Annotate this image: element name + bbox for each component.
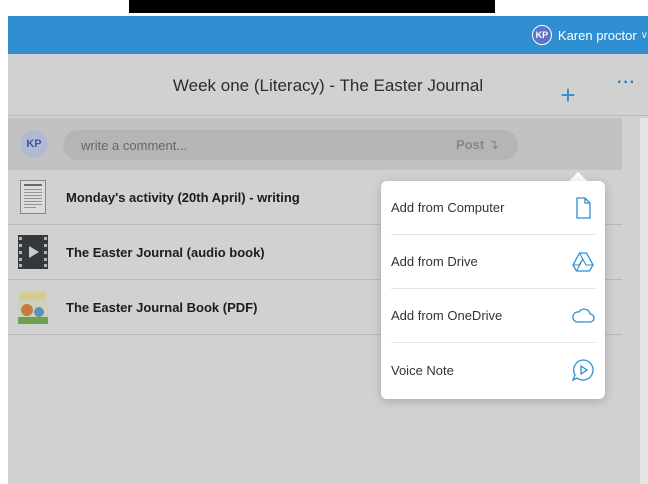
- post-button[interactable]: Post ↴: [456, 137, 499, 153]
- user-avatar: KP: [531, 25, 552, 45]
- menu-item-add-from-onedrive[interactable]: Add from OneDrive: [391, 289, 595, 343]
- document-thumbnail: [18, 179, 48, 215]
- top-banner: [0, 0, 648, 16]
- post-arrow-icon: ↴: [488, 137, 500, 152]
- file-icon: [576, 196, 591, 219]
- video-thumbnail: [18, 234, 48, 270]
- menu-item-label: Voice Note: [391, 362, 454, 378]
- google-drive-icon: [572, 251, 594, 272]
- attachment-title: Monday's activity (20th April) - writing: [66, 189, 300, 205]
- attachment-title: The Easter Journal (audio book): [66, 244, 265, 260]
- book-cover-thumbnail: [18, 289, 48, 325]
- cloud-icon: [572, 308, 595, 323]
- book-cover-icon: [18, 290, 48, 324]
- app-header: KP Karen proctor ∨: [8, 16, 648, 54]
- video-thumbnail-icon: [18, 235, 48, 269]
- comment-bar: KP Post↴: [8, 118, 622, 170]
- app-window: KP Karen proctor ∨ Week one (Literacy) -…: [0, 0, 648, 484]
- document-thumbnail-icon: [20, 180, 46, 214]
- user-menu[interactable]: KP Karen proctor ∨: [531, 23, 648, 47]
- menu-item-voice-note[interactable]: Voice Note: [391, 343, 595, 397]
- post-label: Post: [456, 137, 485, 152]
- menu-item-label: Add from Computer: [391, 200, 505, 215]
- comment-input[interactable]: [63, 130, 518, 160]
- add-attachment-menu: Add from Computer Add from Drive Add fro…: [381, 181, 605, 399]
- menu-item-label: Add from OneDrive: [391, 308, 503, 323]
- menu-item-add-from-drive[interactable]: Add from Drive: [391, 235, 595, 289]
- scrollbar[interactable]: [640, 118, 648, 484]
- add-attachment-button[interactable]: +: [544, 70, 592, 120]
- menu-item-label: Add from Drive: [391, 254, 478, 269]
- comment-avatar: KP: [20, 130, 48, 158]
- user-name: Karen proctor: [557, 27, 637, 43]
- black-redaction-bar: [129, 0, 495, 13]
- attachment-title: The Easter Journal Book (PDF): [66, 299, 258, 315]
- more-options-button[interactable]: ···: [617, 74, 636, 92]
- voice-note-icon: [571, 359, 594, 382]
- chevron-down-icon: ∨: [640, 29, 648, 41]
- menu-item-add-from-computer[interactable]: Add from Computer: [391, 181, 595, 235]
